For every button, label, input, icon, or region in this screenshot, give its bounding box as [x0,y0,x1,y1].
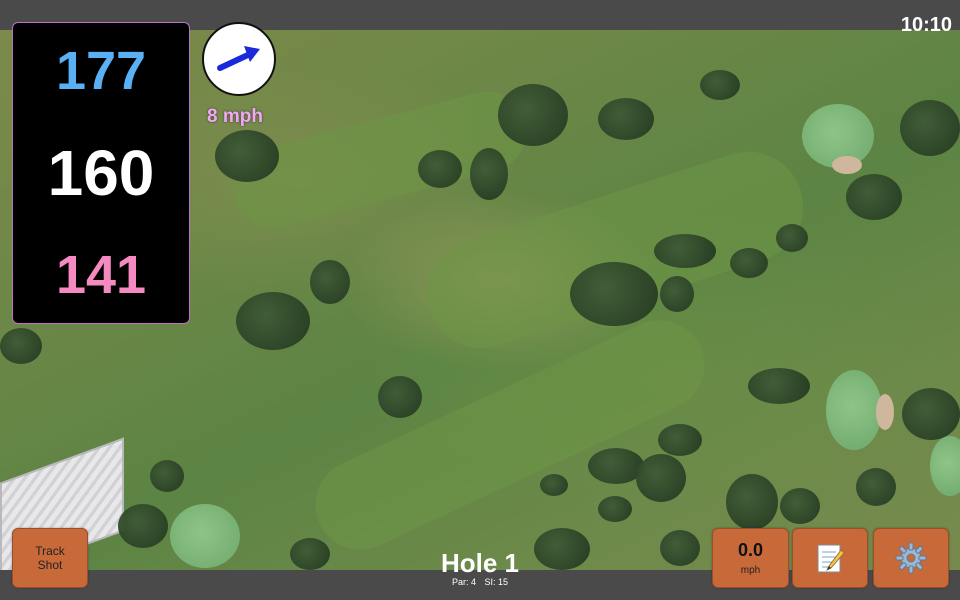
putting-green [170,504,240,568]
bunker [832,156,862,174]
tree [846,174,902,220]
tree [378,376,422,418]
tree [776,224,808,252]
tree [418,150,462,188]
tree [118,504,168,548]
hole-par: Par: 4 [451,577,476,587]
tree [700,70,740,100]
tree [902,388,960,440]
back-distance: 177 [55,41,147,102]
hole-title: Hole 1 [440,548,520,578]
tree [290,538,330,570]
tree [856,468,896,506]
hole-info: Par: 4 SI: 15 [380,577,580,587]
wind-indicator [202,22,276,96]
wind-speed: 8 mph [207,106,263,127]
tree [726,474,778,530]
center-distance: 160 [47,136,155,209]
tree [470,148,508,200]
hole-stroke-index: SI: 15 [484,577,509,587]
wind-arrow-icon [217,46,260,71]
tree [654,234,716,268]
notes-button[interactable] [792,528,868,588]
track-shot-label-line1: Track [35,544,65,558]
tree [748,368,810,404]
tree [660,530,700,566]
putting-green [826,370,882,450]
speed-value: 0.0 [737,540,764,560]
tree [598,98,654,140]
putting-green [930,436,960,496]
tree [636,454,686,502]
tree [0,328,42,364]
speed-unit: mph [740,565,761,576]
track-shot-label-line2: Shot [37,558,63,572]
tree [658,424,702,456]
tree [150,460,184,492]
tree [570,262,658,326]
clock-time: 10:10 [900,14,952,36]
gear-icon [895,542,927,574]
tree [780,488,820,524]
front-distance: 141 [55,244,147,305]
tree [498,84,568,146]
speed-button[interactable]: 0.0 mph [712,528,789,588]
bunker [876,394,894,430]
tree [215,130,279,182]
tree [598,496,632,522]
tree [730,248,768,278]
tree [660,276,694,312]
tree [236,292,310,350]
tree [310,260,350,304]
tree [900,100,960,156]
notepad-icon [817,544,845,573]
settings-button[interactable] [873,528,949,588]
track-shot-button[interactable]: Track Shot [12,528,88,588]
distance-panel: 177 160 141 [12,22,190,324]
tree [540,474,568,496]
fairway [300,305,720,565]
